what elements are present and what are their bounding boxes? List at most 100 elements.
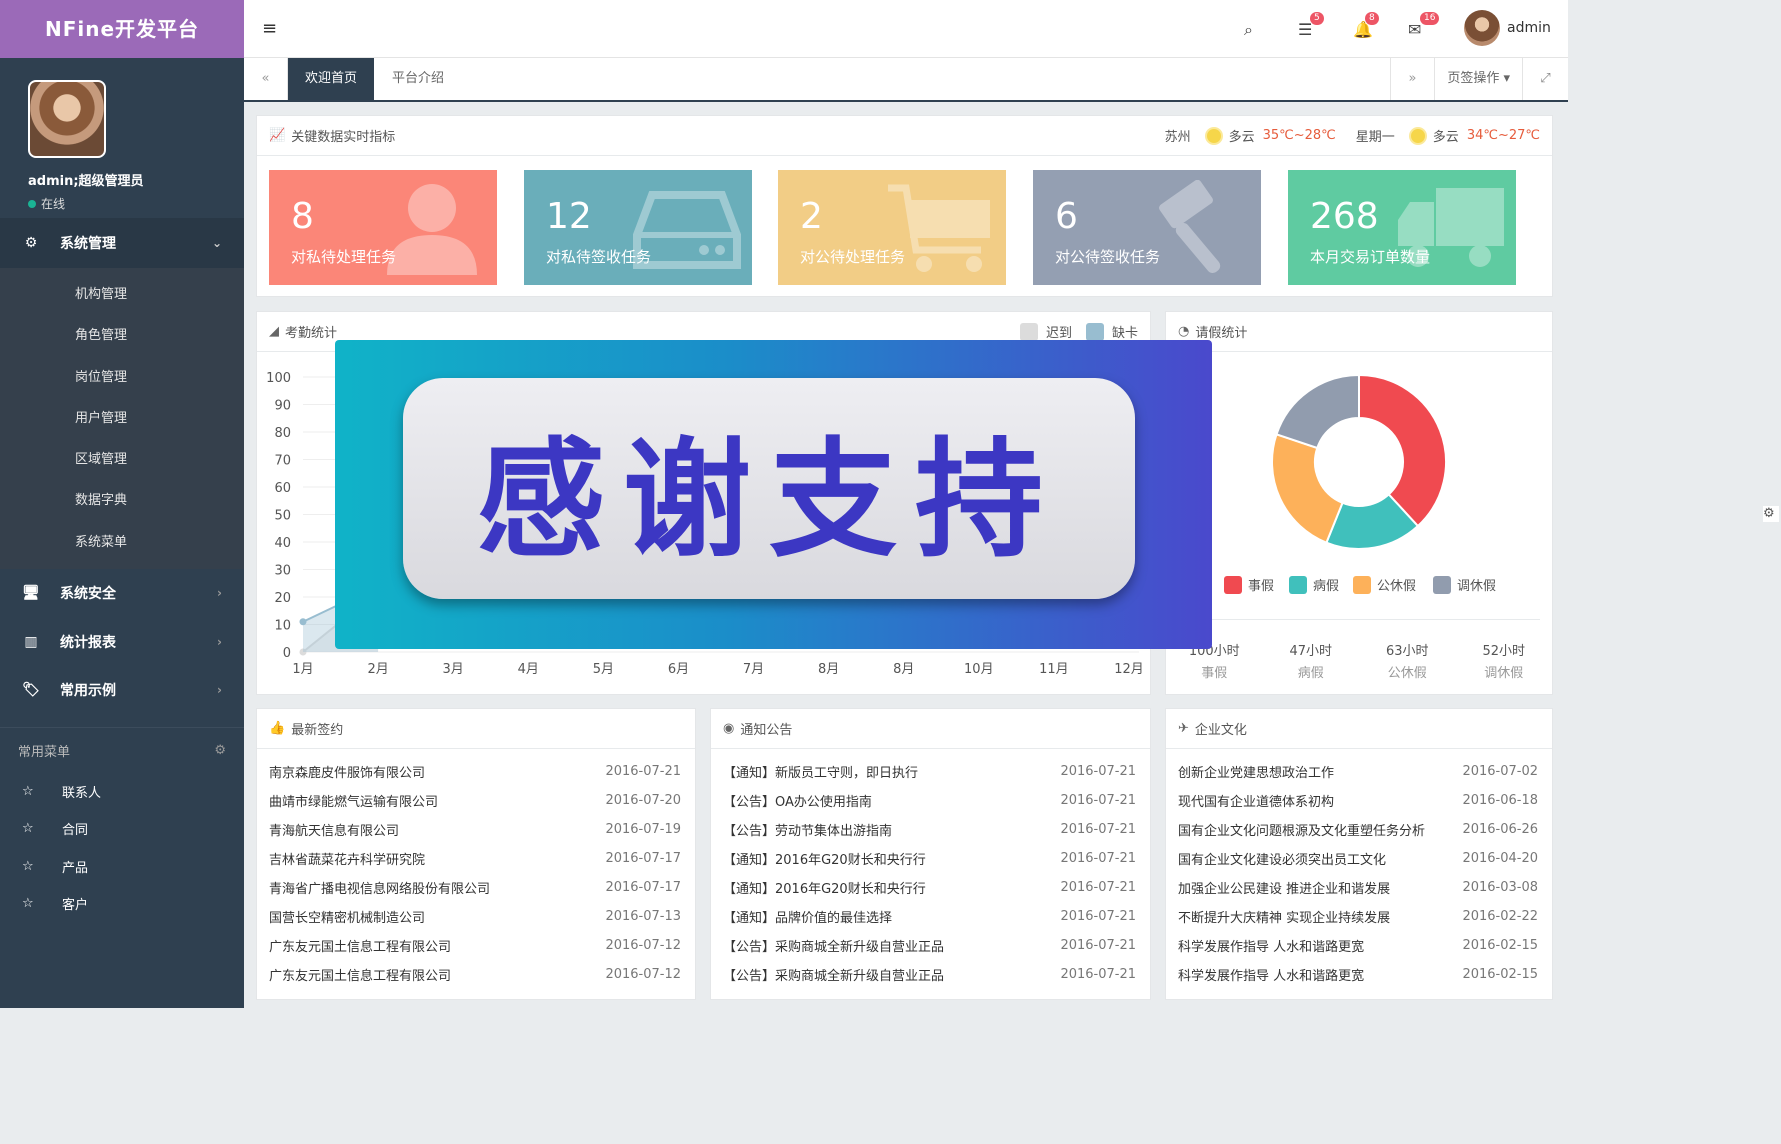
kpi-value: 8 [291, 196, 314, 237]
list-item[interactable]: 广东友元国土信息工程有限公司 2016-07-12 [269, 931, 681, 960]
culture-panel: ✈ 企业文化 创新企业党建思想政治工作 2016-07-02 现代国有企业道德体系初… [1165, 708, 1553, 1000]
x-tick-label: 4月 [518, 662, 539, 677]
list-item[interactable]: 【公告】OA办公使用指南 2016-07-21 [723, 786, 1136, 815]
list-item[interactable]: 青海航天信息有限公司 2016-07-19 [269, 815, 681, 844]
leave-header: ◔ 请假统计 [1166, 312, 1552, 352]
list-item[interactable]: 广东友元国土信息工程有限公司 2016-07-12 [269, 960, 681, 989]
list-item-title: 国有企业文化建设必须突出员工文化 [1178, 853, 1387, 868]
list-item-title: 青海省广播电视信息网络股份有限公司 [269, 882, 491, 897]
list-item[interactable]: 国有企业文化问题根源及文化重塑任务分析 2016-06-26 [1178, 815, 1538, 844]
thanks-banner-overlay[interactable]: 感谢支持 [335, 340, 1212, 649]
summary-label: 事假 [1201, 666, 1228, 681]
submenu-item[interactable]: 机构管理 [0, 274, 244, 315]
notices-header: ◉ 通知公告 [711, 709, 1150, 749]
list-item[interactable]: 国有企业文化建设必须突出员工文化 2016-04-20 [1178, 844, 1538, 873]
submenu-item[interactable]: 角色管理 [0, 315, 244, 356]
x-tick-label: 6月 [668, 662, 689, 677]
submenu-item[interactable]: 系统菜单 [0, 522, 244, 563]
favorite-item[interactable]: ☆ 联系人 [0, 773, 244, 811]
weather-temp: 35℃~28℃ [1262, 128, 1336, 143]
submenu-item[interactable]: 用户管理 [0, 398, 244, 439]
notices-title: 通知公告 [740, 723, 793, 738]
list-item[interactable]: 【公告】采购商城全新升级自营业正品 2016-07-21 [723, 931, 1136, 960]
chart-legend: 迟到 缺卡 [1019, 322, 1138, 341]
kpi-panel-header: 📈 关键数据实时指标 苏州 多云 35℃~28℃ 星期一 多云 34℃~27℃ [257, 116, 1552, 156]
list-item[interactable]: 科学发展作指导 人水和谐路更宽 2016-02-15 [1178, 960, 1538, 989]
list-item[interactable]: 【通知】2016年G20财长和央行行 2016-07-21 [723, 873, 1136, 902]
list-item[interactable]: 【通知】品牌价值的最佳选择 2016-07-21 [723, 902, 1136, 931]
tasks-icon[interactable]: ☰ 5 [1298, 12, 1324, 39]
kpi-card[interactable]: 2 对公待处理任务 [778, 170, 1006, 285]
list-item[interactable]: 现代国有企业道德体系初构 2016-06-18 [1178, 786, 1538, 815]
tab-welcome[interactable]: 欢迎首页 [288, 58, 375, 100]
avatar[interactable] [28, 80, 106, 158]
list-item[interactable]: 青海省广播电视信息网络股份有限公司 2016-07-17 [269, 873, 681, 902]
menu-reports[interactable]: ▥ 统计报表 › [0, 618, 244, 667]
legend-label: 迟到 [1045, 326, 1072, 341]
list-item[interactable]: 【公告】劳动节集体出游指南 2016-07-21 [723, 815, 1136, 844]
list-item-title: 【公告】采购商城全新升级自营业正品 [723, 969, 945, 984]
kpi-card[interactable]: 6 对公待签收任务 [1033, 170, 1261, 285]
list-item[interactable]: 【公告】采购商城全新升级自营业正品 2016-07-21 [723, 960, 1136, 989]
summary-label: 病假 [1297, 666, 1324, 681]
list-item[interactable]: 吉林省蔬菜花卉科学研究院 2016-07-17 [269, 844, 681, 873]
list-item[interactable]: 国营长空精密机械制造公司 2016-07-13 [269, 902, 681, 931]
x-tick-label: 5月 [593, 662, 614, 677]
tab-platform-intro[interactable]: 平台介绍 [375, 58, 461, 100]
envelope-icon[interactable]: ✉ 16 [1408, 12, 1440, 39]
list-item-date: 2016-06-26 [1462, 822, 1538, 837]
list-item[interactable]: 曲靖市绿能燃气运输有限公司 2016-07-20 [269, 786, 681, 815]
submenu-item[interactable]: 岗位管理 [0, 357, 244, 398]
favorite-item[interactable]: ☆ 客户 [0, 885, 244, 923]
list-item[interactable]: 【通知】2016年G20财长和央行行 2016-07-21 [723, 844, 1136, 873]
kpi-card[interactable]: 8 对私待处理任务 [269, 170, 497, 285]
menu-system-mgmt[interactable]: ⚙ 系统管理 ⌄ [0, 218, 244, 268]
legend-label: 缺卡 [1111, 326, 1138, 341]
y-tick-label: 60 [274, 481, 291, 496]
x-tick-label: 3月 [443, 662, 464, 677]
list-item[interactable]: 【通知】新版员工守则，即日执行 2016-07-21 [723, 757, 1136, 786]
tab-next-icon[interactable]: » [1390, 58, 1434, 100]
legend-swatch [1019, 322, 1038, 341]
fullscreen-icon[interactable]: ⤢ [1522, 58, 1568, 100]
list-item[interactable]: 创新企业党建思想政治工作 2016-07-02 [1178, 757, 1538, 786]
username-label[interactable]: admin [1507, 20, 1551, 36]
top-navbar: ≡ ⌕ ☰ 5 🔔 8 ✉ 16 admin [244, 0, 1568, 58]
list-item[interactable]: 加强企业公民建设 推进企业和谐发展 2016-03-08 [1178, 873, 1538, 902]
menu-label: 系统管理 [60, 236, 116, 252]
leave-title: 请假统计 [1195, 326, 1248, 341]
list-item-date: 2016-04-20 [1462, 851, 1538, 866]
avatar[interactable] [1464, 10, 1500, 46]
chevron-right-icon: › [217, 683, 222, 698]
list-item-date: 2016-07-21 [1060, 967, 1136, 982]
menu-system-security[interactable]: 🖥 系统安全 › [0, 569, 244, 618]
bell-icon[interactable]: 🔔 8 [1353, 12, 1379, 39]
favorite-label: 客户 [62, 898, 89, 914]
hamburger-menu-icon[interactable]: ≡ [262, 18, 277, 39]
list-item[interactable]: 科学发展作指导 人水和谐路更宽 2016-02-15 [1178, 931, 1538, 960]
favorite-item[interactable]: ☆ 产品 [0, 848, 244, 886]
favorite-item[interactable]: ☆ 合同 [0, 810, 244, 848]
search-icon[interactable]: ⌕ [1244, 20, 1253, 40]
divider [1180, 619, 1540, 620]
thumbs-up-icon: 👍 [269, 721, 286, 736]
submenu-item[interactable]: 区域管理 [0, 439, 244, 480]
tab-prev-icon[interactable]: « [244, 58, 288, 100]
settings-gear-icon[interactable]: ⚙ [1763, 506, 1779, 522]
y-tick-label: 20 [274, 591, 291, 606]
list-item-date: 2016-07-12 [605, 967, 681, 982]
kpi-panel: 📈 关键数据实时指标 苏州 多云 35℃~28℃ 星期一 多云 34℃~27℃ … [256, 115, 1553, 297]
submenu-item[interactable]: 数据字典 [0, 480, 244, 521]
list-item[interactable]: 不断提升大庆精神 实现企业持续发展 2016-02-22 [1178, 902, 1538, 931]
list-item[interactable]: 南京森鹿皮件服饰有限公司 2016-07-21 [269, 757, 681, 786]
online-dot-icon [28, 199, 36, 208]
pie-slice [1275, 373, 1360, 450]
menu-examples[interactable]: 🏷 常用示例 › [0, 666, 244, 715]
kpi-card[interactable]: 12 对私待签收任务 [524, 170, 752, 285]
x-tick-label: 10月 [964, 662, 994, 677]
list-item-title: 【通知】2016年G20财长和央行行 [723, 882, 926, 897]
tab-ops-dropdown[interactable]: 页签操作 ▾ [1434, 58, 1522, 100]
gear-icon[interactable]: ⚙ [214, 743, 226, 758]
app-logo[interactable]: NFine开发平台 [0, 0, 244, 58]
kpi-card[interactable]: 268 本月交易订单数量 [1288, 170, 1516, 285]
